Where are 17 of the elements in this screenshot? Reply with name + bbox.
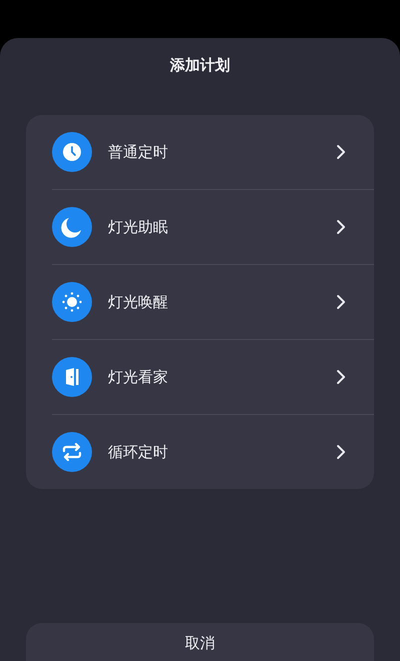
menu-item-label[interactable]: 普通定时 [108, 142, 336, 162]
chevron-right-icon [336, 444, 346, 460]
moon-icon [52, 207, 92, 247]
menu-item-label[interactable]: 灯光助眠 [108, 218, 336, 236]
door-icon [52, 357, 92, 397]
sun-icon [52, 282, 92, 322]
chevron-right-icon [336, 219, 346, 235]
repeat-icon [52, 432, 92, 472]
menu-item-label[interactable]: 循环定时 [108, 442, 336, 462]
sheet-title: 添加计划 [169, 55, 231, 75]
menu-item-label[interactable]: 灯光唤醒 [108, 292, 336, 312]
chevron-right-icon [336, 369, 346, 385]
menu-item-label[interactable]: 灯光看家 [108, 368, 336, 386]
clock-icon [52, 132, 92, 172]
chevron-right-icon [336, 294, 346, 310]
cancel-button[interactable]: 取消 [26, 623, 374, 661]
chevron-right-icon [336, 144, 346, 160]
